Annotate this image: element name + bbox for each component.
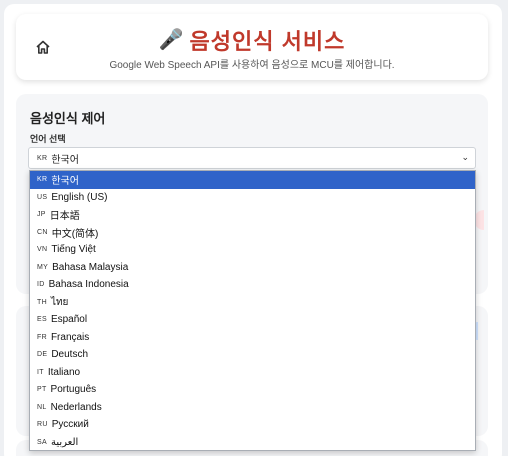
- language-option-sa[interactable]: SA العربية: [30, 434, 475, 451]
- microphone-icon: 🎤: [158, 29, 184, 51]
- language-code: SA: [37, 438, 47, 446]
- language-code: FR: [37, 333, 47, 341]
- language-label: Русский: [51, 419, 89, 431]
- language-option-th[interactable]: TH ไทย: [30, 294, 475, 312]
- header-card: 🎤 음성인식 서비스 Google Web Speech API를 사용하여 음…: [16, 14, 488, 80]
- language-code: MY: [37, 263, 49, 271]
- language-option-de[interactable]: DE Deutsch: [30, 346, 475, 364]
- language-label: Español: [50, 314, 88, 326]
- language-option-es[interactable]: ES Español: [30, 311, 475, 329]
- chevron-down-icon: ⌄: [461, 152, 469, 162]
- language-label: 日本語: [49, 211, 80, 223]
- language-option-fr[interactable]: FR Français: [30, 329, 475, 347]
- language-label: 中文(简体): [51, 228, 99, 240]
- language-option-cn[interactable]: CN 中文(简体): [30, 224, 475, 242]
- language-code: RU: [37, 421, 48, 429]
- selected-language-code: KR: [37, 154, 48, 162]
- language-dropdown-list[interactable]: KR 한국어 US English (US) JP 日本語 CN 中文(简体) VN Tiếng …: [29, 170, 476, 451]
- language-code: PT: [37, 386, 47, 394]
- language-code: JP: [37, 211, 46, 219]
- page-title: 음성인식 서비스: [189, 29, 346, 54]
- language-label: Italiano: [47, 366, 81, 378]
- language-option-id[interactable]: ID Bahasa Indonesia: [30, 276, 475, 294]
- language-label: 한국어: [51, 176, 79, 188]
- language-option-it[interactable]: IT Italiano: [30, 364, 475, 382]
- language-code: ID: [37, 281, 45, 289]
- language-option-ru[interactable]: RU Русский: [30, 416, 475, 434]
- language-label: Tiếng Việt: [51, 244, 96, 256]
- language-code: CN: [37, 228, 48, 236]
- language-option-jp[interactable]: JP 日本語: [30, 206, 475, 224]
- language-label: English (US): [51, 191, 108, 203]
- language-option-kr[interactable]: KR 한국어: [30, 171, 475, 189]
- language-option-pt[interactable]: PT Português: [30, 381, 475, 399]
- language-code: VN: [37, 246, 48, 254]
- language-label: Bahasa Malaysia: [52, 261, 129, 273]
- language-option-nl[interactable]: NL Nederlands: [30, 399, 475, 417]
- language-select[interactable]: KR 한국어 ⌄: [28, 147, 476, 169]
- language-code: DE: [37, 351, 48, 359]
- language-code: IT: [37, 368, 44, 376]
- language-code: ES: [37, 316, 47, 324]
- language-option-vn[interactable]: VN Tiếng Việt: [30, 241, 475, 259]
- language-label: 언어 선택: [30, 134, 66, 144]
- language-option-us[interactable]: US English (US): [30, 189, 475, 207]
- language-label: العربية: [50, 436, 79, 448]
- section-title: 음성인식 제어: [30, 111, 106, 126]
- title-row: 🎤 음성인식 서비스: [16, 24, 488, 56]
- language-code: NL: [37, 403, 47, 411]
- language-code: KR: [37, 176, 48, 184]
- language-label: ไทย: [50, 296, 69, 308]
- page-subtitle: Google Web Speech API를 사용하여 음성으로 MCU를 제어…: [109, 60, 395, 71]
- language-code: US: [37, 193, 48, 201]
- selected-language-label: 한국어: [51, 154, 79, 166]
- language-label: Bahasa Indonesia: [48, 279, 129, 291]
- language-label: Deutsch: [51, 349, 89, 361]
- language-label: Français: [50, 331, 90, 343]
- language-code: TH: [37, 298, 47, 306]
- language-label: Nederlands: [50, 401, 102, 413]
- language-label: Português: [50, 384, 97, 396]
- language-option-my[interactable]: MY Bahasa Malaysia: [30, 259, 475, 277]
